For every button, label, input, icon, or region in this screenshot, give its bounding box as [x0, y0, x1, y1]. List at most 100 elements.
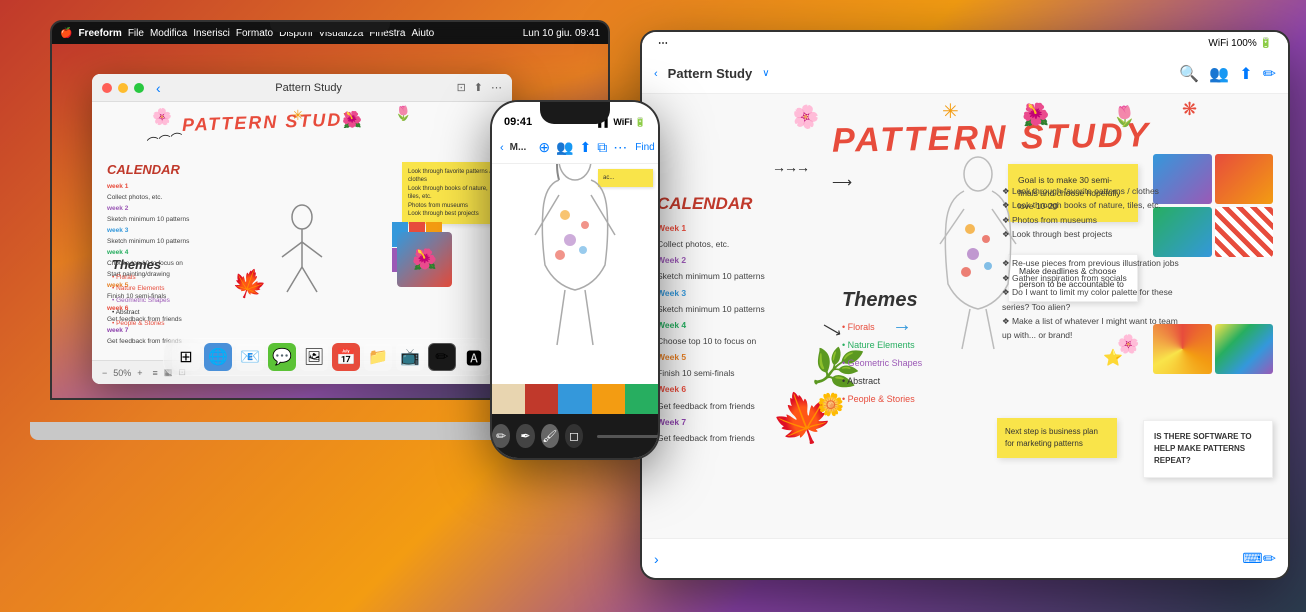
tool-eraser[interactable]: ◻: [565, 424, 583, 448]
ipad-star: ✳: [942, 99, 959, 124]
ipad-statusbar: ⋯ WiFi 100% 🔋: [642, 32, 1288, 54]
minimize-button[interactable]: [118, 83, 128, 93]
ipad-people-icon[interactable]: 👥: [1209, 64, 1229, 84]
view-icon-1[interactable]: ≡: [153, 368, 158, 378]
iphone-share-icon[interactable]: ⬆: [580, 139, 592, 156]
sidebar-icon[interactable]: ⊡: [457, 81, 466, 94]
ipad-edit-icon[interactable]: ✏: [1263, 64, 1276, 84]
iphone-figure: [492, 164, 658, 327]
star-deco: ✳: [292, 107, 304, 124]
macbook-notch: [270, 22, 390, 32]
zoom-minus[interactable]: −: [102, 368, 107, 378]
zoom-plus[interactable]: +: [137, 368, 142, 378]
ipad-themes-title: Themes: [842, 289, 922, 312]
dock-tv[interactable]: 📺: [396, 343, 424, 371]
back-icon[interactable]: ‹: [156, 80, 161, 96]
window-title: Pattern Study: [167, 82, 451, 94]
iphone-find-button[interactable]: Find: [633, 140, 656, 155]
apple-icon: 🍎: [60, 28, 72, 39]
ipad: ⋯ WiFi 100% 🔋 ‹ Pattern Study ∨ 🔍 👥 ⬆ ✏ …: [640, 30, 1290, 580]
ipad-toolbar[interactable]: ‹ Pattern Study ∨ 🔍 👥 ⬆ ✏: [642, 54, 1288, 94]
ipad-bottombar[interactable]: › ⌨ ✏: [642, 538, 1288, 578]
ipad-keyboard-icon[interactable]: ⌨: [1242, 550, 1262, 567]
menu-formato[interactable]: Formato: [236, 28, 273, 39]
mac-clock: Lun 10 giu. 09:41: [523, 28, 600, 39]
tool-pencil-1[interactable]: ✏: [492, 424, 510, 448]
close-button[interactable]: [102, 83, 112, 93]
dock-mail[interactable]: 📧: [236, 343, 264, 371]
iphone-figure-svg: [515, 164, 635, 355]
sticky-note-1: Look through favorite patterns / clothes…: [402, 162, 502, 224]
iphone-screen: 09:41 ▌▌ WiFi 🔋 ‹ M... ⊕ 👥 ⬆ ⧉ ⋯ Find ac…: [492, 102, 658, 458]
ipad-share-icon[interactable]: ⬆: [1239, 64, 1252, 84]
ipad-branch-top: →→→: [772, 159, 808, 175]
ipad-content[interactable]: PATTERN STUDY 🌸 ✳ 🌺 🌷 ❋ →→→ CALENDAR Wee…: [642, 94, 1288, 538]
iphone: 09:41 ▌▌ WiFi 🔋 ‹ M... ⊕ 👥 ⬆ ⧉ ⋯ Find ac…: [490, 100, 660, 460]
menu-inserisci[interactable]: Inserisci: [193, 28, 230, 39]
iphone-body: 09:41 ▌▌ WiFi 🔋 ‹ M... ⊕ 👥 ⬆ ⧉ ⋯ Find ac…: [490, 100, 660, 460]
window-toolbar-icons: ⊡ ⬆ ⋯: [457, 81, 502, 94]
flower-deco-3: 🌷: [395, 105, 412, 122]
iphone-toolbar[interactable]: ‹ M... ⊕ 👥 ⬆ ⧉ ⋯ Find: [492, 132, 658, 164]
iphone-drawing-toolbar[interactable]: ✏ ✒ 🖌 ◻: [492, 414, 658, 458]
flower-deco-1: 🌸: [152, 107, 172, 127]
tool-pencil-2[interactable]: ✒: [516, 424, 534, 448]
swatch-4: [1215, 207, 1274, 257]
mac-dock: ⊞ 🌐 📧 💬 🖼 📅 📁 📺 ✏ 🅰: [163, 338, 497, 376]
ipad-pencil-icon[interactable]: ✏: [1263, 549, 1276, 569]
ipad-title-chevron[interactable]: ∨: [762, 68, 769, 79]
zoom-level: 50%: [113, 368, 131, 378]
iphone-add-icon[interactable]: ⊕: [538, 139, 550, 156]
iphone-copy-icon[interactable]: ⧉: [597, 139, 607, 156]
more-icon[interactable]: ⋯: [491, 81, 502, 94]
branch-deco: ⌒⌒⌒: [146, 129, 184, 152]
ipad-flower-1: 🌸: [789, 101, 822, 133]
ipad-deco-star-right: ⭐: [1103, 348, 1123, 368]
dock-appstore[interactable]: 🅰: [460, 343, 488, 371]
themes-list-mac: • Florals • Nature Elements • Geometric …: [112, 272, 170, 330]
color-strip: [492, 384, 658, 414]
flower-pattern-image: 🌺: [397, 232, 452, 287]
ipad-deco-star: ❋: [1182, 99, 1197, 120]
notes-area: Look through favorite patterns / clothes…: [402, 162, 502, 224]
ipad-back-button[interactable]: ‹: [654, 68, 658, 80]
maximize-button[interactable]: [134, 83, 144, 93]
ipad-search-icon[interactable]: 🔍: [1179, 64, 1199, 84]
dock-photos[interactable]: 🖼: [300, 343, 328, 371]
iphone-people-icon[interactable]: 👥: [556, 139, 573, 156]
menu-freeform[interactable]: Freeform: [78, 28, 121, 39]
menu-aiuto[interactable]: Aiuto: [411, 28, 434, 39]
dock-files[interactable]: 📁: [364, 343, 392, 371]
window-titlebar: ‹ Pattern Study ⊡ ⬆ ⋯: [92, 74, 512, 102]
menu-modifica[interactable]: Modifica: [150, 28, 187, 39]
ipad-sticky-4: IS THERE SOFTWARE TO HELP MAKE PATTERNS …: [1143, 420, 1273, 478]
window-canvas[interactable]: PATTERN STUDY 🌸 ✳ 🌺 🌷 ⌒⌒⌒ CALENDAR we: [92, 102, 512, 360]
ipad-flower-2: 🌺: [1022, 102, 1049, 128]
ipad-calendar-title: CALENDAR: [657, 194, 827, 214]
ipad-notes-text: ❖ Look through favorite patterns / cloth…: [1002, 184, 1182, 343]
iphone-back-button[interactable]: ‹: [500, 142, 504, 154]
swatch-2: [1215, 154, 1274, 204]
dock-safari[interactable]: 🌐: [204, 343, 232, 371]
dock-calendar[interactable]: 📅: [332, 343, 360, 371]
pattern-study-title: PATTERN STUDY: [182, 109, 357, 136]
ipad-status-right: WiFi 100% 🔋: [1208, 38, 1272, 49]
ipad-yellow-flower: 🌼: [817, 392, 844, 418]
figure-sketch-mac: [272, 202, 332, 302]
ipad-status-left: ⋯: [658, 38, 668, 49]
share-icon[interactable]: ⬆: [474, 81, 483, 94]
iphone-more-icon[interactable]: ⋯: [613, 139, 627, 156]
dock-launchpad[interactable]: ⊞: [172, 343, 200, 371]
flower-deco-2: 🌺: [342, 110, 362, 130]
stroke-slider[interactable]: [597, 435, 658, 438]
ipad-body: ⋯ WiFi 100% 🔋 ‹ Pattern Study ∨ 🔍 👥 ⬆ ✏ …: [640, 30, 1290, 580]
ipad-bottom-back[interactable]: ›: [654, 551, 659, 567]
menu-file[interactable]: File: [128, 28, 144, 39]
dock-messages[interactable]: 💬: [268, 343, 296, 371]
ipad-flower-3: 🌷: [1112, 104, 1137, 129]
dock-freeform[interactable]: ✏: [428, 343, 456, 371]
iphone-content[interactable]: ac...: [492, 164, 658, 414]
figure-svg-mac: [272, 202, 332, 302]
iphone-notch: [540, 102, 610, 124]
tool-brush[interactable]: 🖌: [541, 424, 559, 448]
